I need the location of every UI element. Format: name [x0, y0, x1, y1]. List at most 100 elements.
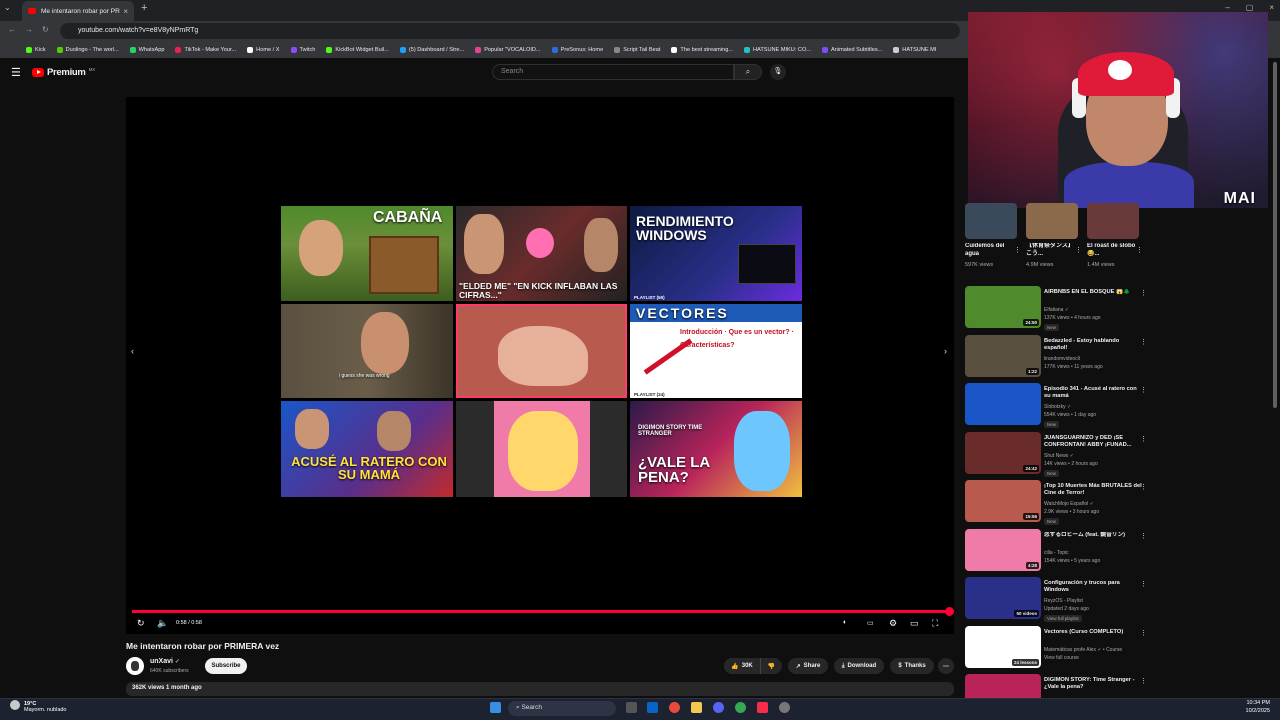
close-window-icon[interactable]: × [1269, 3, 1274, 12]
share-button[interactable]: ↗ Share [788, 658, 828, 674]
channel-name[interactable]: WatchMojo Español ✓ [1044, 501, 1094, 507]
taskbar-clock[interactable]: 10:34 PM 10/2/2025 [1246, 700, 1270, 715]
discord-icon[interactable] [713, 702, 724, 713]
video-thumbnail[interactable]: 4:28 [965, 528, 1041, 571]
end-screen-playlist-vectores[interactable]: VECTORES Introducción · Que es un vector… [630, 304, 802, 398]
short-thumbnail[interactable] [965, 203, 1017, 239]
more-options-icon[interactable]: ⋮ [1140, 532, 1147, 540]
channel-name[interactable]: Shut News ✓ [1044, 453, 1074, 459]
end-screen-video-digimon[interactable]: DIGIMON STORY TIME STRANGER ¿VALE LA PEN… [630, 401, 802, 497]
bookmark-item[interactable]: Script Tail Beat [614, 46, 660, 53]
recommended-video[interactable]: 24:50 AIRBNBS EN EL BOSQUE 😱🌲 Elfatiana ✓ 1… [965, 286, 1165, 335]
thanks-button[interactable]: $ Thanks [890, 658, 934, 674]
reload-icon[interactable]: ↻ [42, 25, 49, 34]
short-thumbnail[interactable] [1087, 203, 1139, 239]
short-more-icon[interactable]: ⋮ [1075, 246, 1082, 254]
dislike-button[interactable]: 👎 [760, 658, 782, 674]
recommended-video[interactable]: 15:56 ¡Top 10 Muertes Más BRUTALES del Ci… [965, 480, 1165, 529]
more-options-icon[interactable]: ⋮ [1140, 580, 1147, 588]
end-screen-video-ratero[interactable]: ACUSÉ AL RATERO CON SU MAMÁ [281, 401, 453, 497]
more-actions-button[interactable]: ⋯ [938, 658, 954, 674]
close-tab-icon[interactable]: × [123, 7, 128, 16]
description-box[interactable]: 362K views 1 month ago [126, 682, 954, 696]
next-icon[interactable]: › [944, 346, 947, 356]
previous-icon[interactable]: ‹ [131, 346, 134, 356]
bookmark-item[interactable]: WhatsApp [129, 46, 164, 53]
start-icon[interactable] [490, 702, 501, 713]
outlook-icon[interactable] [647, 702, 658, 713]
end-screen-video-elded[interactable]: "ELDED ME" "EN KICK INFLABAN LAS CIFRAS.… [456, 206, 627, 301]
video-thumbnail[interactable]: 24 lessons [965, 625, 1041, 668]
more-options-icon[interactable]: ⋮ [1140, 435, 1147, 443]
replay-icon[interactable]: ↻ [137, 618, 145, 629]
video-thumbnail[interactable]: 1:22 [965, 334, 1041, 377]
search-input[interactable]: Search [492, 64, 734, 80]
more-options-icon[interactable]: ⋮ [1140, 338, 1147, 346]
recommended-video[interactable]: 24 lessons Vectores (Curso COMPLETO) Matem… [965, 625, 1165, 675]
bookmark-item[interactable]: Popular "VOCALOID... [475, 46, 541, 53]
end-screen-video-cabana[interactable]: CABAÑA [281, 206, 453, 301]
recommended-video[interactable]: 1:22 Bedazzled - Estoy hablando español! l… [965, 334, 1165, 384]
settings-icon[interactable] [779, 702, 790, 713]
video-thumbnail[interactable]: 24:50 [965, 286, 1041, 328]
maximize-icon[interactable]: ▢ [1246, 3, 1254, 12]
music-icon[interactable] [757, 702, 768, 713]
bookmark-item[interactable]: HATSUNE MIKU: CO... [743, 46, 811, 53]
more-options-icon[interactable]: ⋮ [1140, 386, 1147, 394]
new-tab-icon[interactable]: + [141, 2, 147, 14]
video-thumbnail[interactable]: 50 videos [965, 577, 1041, 619]
end-screen-playlist-windows[interactable]: RENDIMIENTO WINDOWS PLAYLIST (50) [630, 206, 802, 301]
more-options-icon[interactable]: ⋮ [1140, 677, 1147, 685]
minimize-icon[interactable]: – [1225, 3, 1229, 12]
short-item[interactable]: Cuidemos del agua 597K views [965, 203, 1017, 268]
bookmark-item[interactable]: Animated Subtitles... [821, 46, 882, 53]
task-view-icon[interactable] [626, 702, 637, 713]
bookmark-item[interactable]: (5) Dashboard / Stre... [399, 46, 464, 53]
channel-name[interactable]: ReyzOS - Playlist [1044, 598, 1083, 604]
chrome-icon[interactable] [735, 702, 746, 713]
channel-name[interactable]: lirandomvideoclì [1044, 356, 1080, 362]
end-screen-video-anime[interactable] [456, 401, 627, 497]
volume-icon[interactable]: 🔈 [157, 618, 168, 629]
bookmark-item[interactable]: Duolingo - The worl... [56, 46, 119, 53]
channel-name[interactable]: Elfatiana ✓ [1044, 307, 1069, 313]
video-thumbnail[interactable]: 15:56 [965, 480, 1041, 522]
channel-name[interactable]: cilla - Topic [1044, 550, 1069, 556]
progress-bar[interactable] [132, 607, 954, 616]
address-bar[interactable]: youtube.com/watch?v=e8V8yNPmRTg [60, 23, 960, 39]
video-thumbnail[interactable] [965, 383, 1041, 425]
more-options-icon[interactable]: ⋮ [1140, 289, 1147, 297]
recommended-video[interactable]: 24:42 JUANSGUARNIZO y DED ¡SE CONFRONTAN!… [965, 431, 1165, 481]
app-icon[interactable] [669, 702, 680, 713]
recommended-video[interactable]: 4:28 恋するロビーム (feat. 鏡音リン) cilla - Topic 154… [965, 528, 1165, 578]
settings-gear-icon[interactable]: ⚙ [889, 618, 897, 629]
browser-tab[interactable]: Me intentaron robar por PRIMERA vez × [22, 1, 134, 21]
channel-avatar[interactable] [126, 657, 144, 675]
bookmark-item[interactable]: Kick [26, 46, 46, 53]
short-item[interactable]: El roast de slobo 😂... 1.4M views [1087, 203, 1139, 268]
menu-icon[interactable]: ☰ [11, 66, 21, 79]
channel-name[interactable]: Slobotzky ✓ [1044, 404, 1071, 410]
bookmark-item[interactable]: The best streaming... [671, 46, 733, 53]
channel-name[interactable]: unXavi ✓ [150, 658, 180, 665]
recommended-video[interactable]: 50 videos Configuración y trucos para Win… [965, 577, 1165, 626]
short-more-icon[interactable]: ⋮ [1136, 246, 1143, 254]
file-explorer-icon[interactable] [691, 702, 702, 713]
video-thumbnail[interactable]: 24:42 [965, 431, 1041, 474]
bookmark-item[interactable]: TikTok - Make Your... [175, 46, 236, 53]
scrubber-handle[interactable] [945, 607, 954, 616]
forward-icon[interactable]: → [25, 25, 33, 34]
subscribe-button[interactable]: Subscribe [205, 658, 247, 674]
short-more-icon[interactable]: ⋮ [1014, 246, 1021, 254]
channel-name[interactable]: Matemáticas profe Alex ✓ • Course [1044, 647, 1122, 653]
end-screen-video-wrong[interactable]: i guess she was wrong [281, 304, 453, 398]
bookmark-item[interactable]: KickBot Widget Buil... [326, 46, 389, 53]
search-button[interactable]: ⌕ [734, 64, 762, 80]
bookmark-item[interactable]: Twitch [290, 46, 315, 53]
more-options-icon[interactable]: ⋮ [1140, 629, 1147, 637]
weather-icon[interactable] [10, 700, 20, 710]
scrollbar[interactable] [1273, 62, 1277, 408]
recommended-video[interactable]: Episodio 341 - Acusé al ratero con su ma… [965, 383, 1165, 432]
short-thumbnail[interactable] [1026, 203, 1078, 239]
weather-widget[interactable]: 19°C Mayorm. nublado [24, 701, 67, 713]
